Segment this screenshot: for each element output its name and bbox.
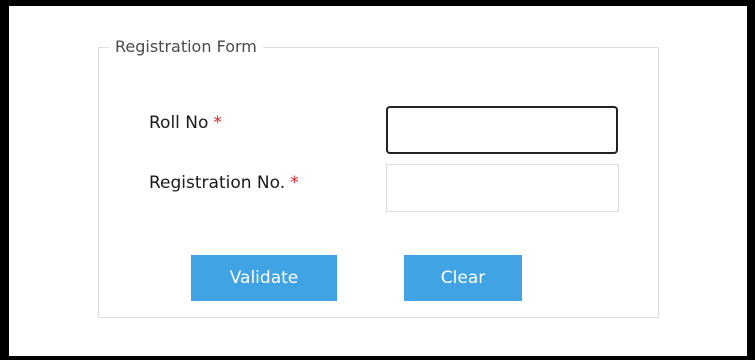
form-legend: Registration Form [115,37,257,56]
roll-no-required-mark: * [213,113,222,133]
registration-no-required-mark: * [290,173,299,193]
validate-button[interactable]: Validate [191,255,337,301]
roll-no-input[interactable] [386,106,618,154]
roll-no-label: Roll No * [149,113,222,133]
registration-no-input[interactable] [386,164,619,212]
registration-form: Registration Form Roll No * Registration … [98,38,659,318]
page-frame: Registration Form Roll No * Registration … [9,6,747,356]
registration-no-label: Registration No. * [149,173,299,193]
registration-no-label-text: Registration No. [149,173,286,193]
roll-no-label-text: Roll No [149,113,209,133]
clear-button[interactable]: Clear [404,255,522,301]
